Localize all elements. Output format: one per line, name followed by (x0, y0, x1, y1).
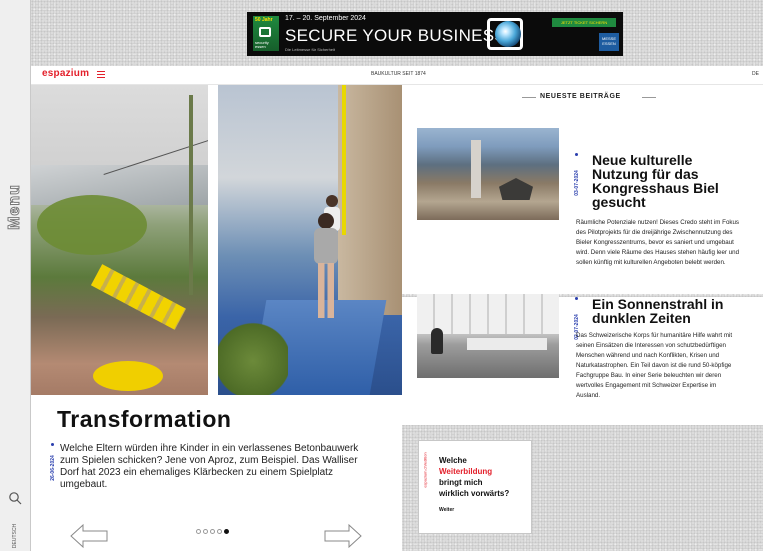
header-tagline: BAUKULTUR SEIT 1874 (371, 71, 426, 77)
search-icon[interactable] (8, 491, 22, 505)
messe-essen-logo: MESSE ESSEN (599, 33, 619, 51)
feature-date: 26-06-2024 (47, 443, 59, 493)
arrow-left-icon[interactable] (69, 523, 109, 549)
feature-title[interactable]: Transformation (57, 406, 231, 433)
globe-icon (495, 21, 521, 47)
weiterbildung-ad[interactable]: espazium.ch/edition Welche Weiterbildung… (418, 440, 532, 534)
menu-button[interactable]: Menu (3, 172, 27, 242)
feature-slider: Transformation 26-06-2024 Welche Eltern … (31, 85, 402, 551)
ad-brand: Weiter (439, 507, 455, 513)
site-header: espazium BAUKULTUR SEIT 1874 DE (31, 66, 763, 85)
article-thumbnail[interactable] (417, 128, 559, 220)
article-card[interactable]: 03-07-2024 Neue kulturelle Nutzung für d… (402, 109, 763, 294)
banner-dates: 17. – 20. September 2024 (285, 15, 366, 22)
brand-logo[interactable]: espazium (42, 68, 89, 79)
header-language[interactable]: DE (752, 71, 759, 77)
slider-dot[interactable] (196, 529, 201, 534)
menu-label: Menu (6, 184, 24, 231)
slider-dot[interactable] (210, 529, 215, 534)
article-headline[interactable]: Ein Sonnenstrahl in dunklen Zeiten (592, 297, 742, 325)
slider-dots (196, 529, 229, 534)
banner-subline: Die Leitmesse für Sicherheit (285, 47, 336, 52)
ad-question: Welche Weiterbildung bringt mich wirklic… (439, 456, 510, 498)
ad-banner[interactable]: 50 Jahr security essen 17. – 20. Septemb… (247, 12, 623, 56)
slider-dot[interactable] (224, 529, 229, 534)
article-card[interactable]: 02-07-2024 Ein Sonnenstrahl in dunklen Z… (402, 294, 763, 425)
banner-area: 50 Jahr security essen 17. – 20. Septemb… (31, 0, 763, 66)
menu-rail: Menu DEUTSCH (0, 0, 31, 551)
feature-photo-left[interactable] (31, 85, 208, 395)
feature-photo-right[interactable] (218, 85, 402, 395)
article-headline[interactable]: Neue kulturelle Nutzung für das Kongress… (592, 153, 742, 209)
article-date: 03-07-2024 (572, 153, 582, 213)
feature-excerpt: Welche Eltern würden ihre Kinder in ein … (60, 443, 359, 490)
ticket-button[interactable]: JETZT TICKET SICHERN (552, 18, 616, 27)
security-essen-logo: 50 Jahr security essen (253, 16, 279, 51)
article-body: Räumliche Potenziale nutzen! Dieses Cred… (576, 219, 740, 266)
ad-area: espazium.ch/edition Welche Weiterbildung… (402, 425, 763, 551)
slider-dot[interactable] (203, 529, 208, 534)
latest-column: NEUESTE BEITRÄGE 03-07-2024 Neue kulture… (402, 85, 763, 551)
article-thumbnail[interactable] (417, 294, 559, 378)
article-body: Das Schweizerische Korps für humanitäre … (576, 332, 733, 399)
hamburger-icon[interactable] (97, 71, 105, 78)
latest-heading: NEUESTE BEITRÄGE (402, 85, 763, 109)
language-switch[interactable]: DEUTSCH (6, 524, 24, 548)
logo-icon (259, 27, 271, 37)
ad-side-label: espazium.ch/edition (422, 452, 428, 488)
slider-dot[interactable] (217, 529, 222, 534)
banner-slogan: SECURE YOUR BUSINESS (285, 26, 507, 45)
arrow-right-icon[interactable] (323, 523, 363, 549)
